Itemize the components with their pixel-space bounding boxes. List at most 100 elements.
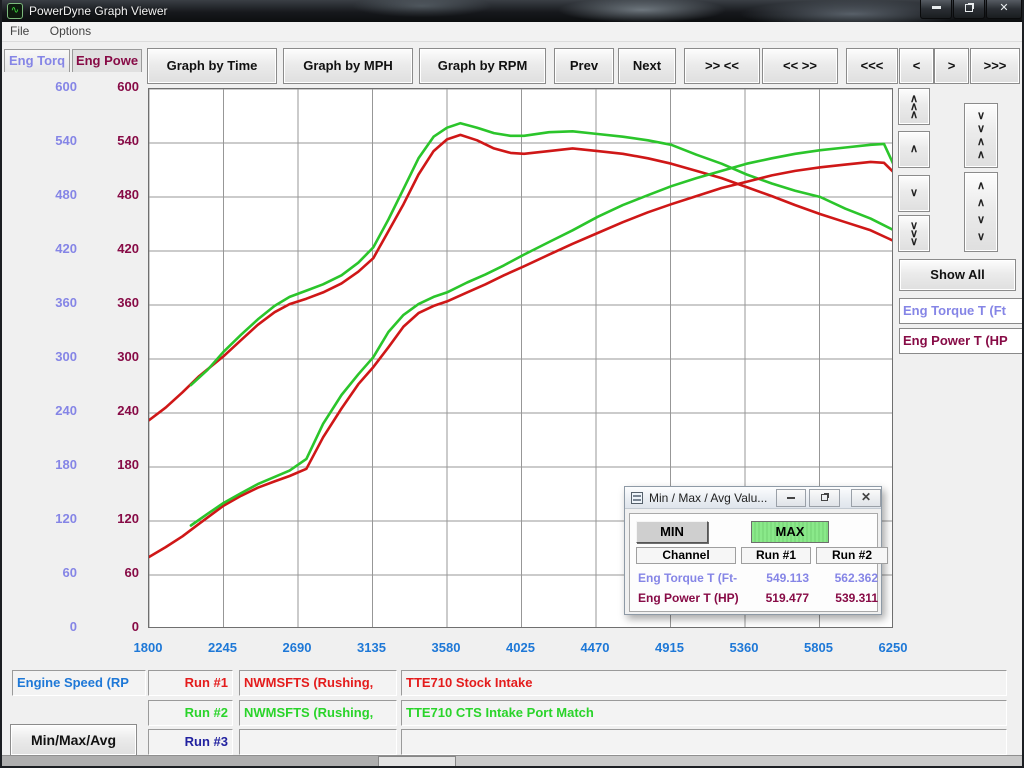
column-header-run1: Run #1	[741, 547, 811, 564]
app-window: ∿ PowerDyne Graph Viewer ✕ File Options …	[0, 0, 1024, 768]
y-tick-torque: 480	[17, 187, 77, 202]
restore-icon	[821, 494, 828, 501]
scroll-up-button[interactable]: ∧	[898, 131, 930, 168]
y-tick-torque: 60	[17, 565, 77, 580]
column-header-channel: Channel	[636, 547, 736, 564]
curve-run-1-eng-torque-t-ft-lbs-tte710-stock-intake	[149, 135, 892, 420]
compress-vertical-button[interactable]: ∨ ∨ ∧ ∧	[964, 103, 998, 168]
horizontal-scrollbar-thumb[interactable]	[378, 756, 456, 767]
dialog-row-channel: Eng Torque T (Ft-	[638, 571, 740, 585]
legend-eng-power[interactable]: Eng Power T (HP	[899, 328, 1024, 354]
y-tick-power: 360	[79, 295, 139, 310]
y-tick-torque: 420	[17, 241, 77, 256]
graph-by-mph-button[interactable]: Graph by MPH	[283, 48, 413, 84]
y-tick-power: 300	[79, 349, 139, 364]
graph-by-time-button[interactable]: Graph by Time	[147, 48, 277, 84]
pan-far-right-button[interactable]: >>>	[970, 48, 1020, 84]
run-1-source-field[interactable]: NWMSFTS (Rushing,	[239, 670, 397, 696]
x-tick: 4915	[635, 640, 705, 655]
close-button[interactable]: ✕	[986, 0, 1022, 19]
x-tick: 5360	[709, 640, 779, 655]
dialog-row-run2-value: 562.362	[816, 571, 878, 585]
scroll-down-button[interactable]: ∨	[898, 175, 930, 212]
x-tick: 6250	[858, 640, 928, 655]
dialog-minimize-button[interactable]	[776, 489, 806, 507]
dialog-title: Min / Max / Avg Valu...	[649, 491, 767, 505]
dialog-row-run1-value: 549.113	[741, 571, 809, 585]
menu-options[interactable]: Options	[42, 22, 99, 40]
run-2-source-field[interactable]: NWMSFTS (Rushing,	[239, 700, 397, 726]
min-toggle-button[interactable]: MIN	[636, 521, 708, 543]
run-3-source-field[interactable]	[239, 729, 397, 755]
min-max-avg-dialog: Min / Max / Avg Valu... ✕ MIN MAX Channe…	[624, 486, 882, 615]
x-axis-channel-field[interactable]: Engine Speed (RP	[12, 670, 146, 696]
pan-far-left-button[interactable]: <<<	[846, 48, 898, 84]
y-tick-power: 60	[79, 565, 139, 580]
tab-eng-power[interactable]: Eng Powe	[72, 49, 142, 72]
dialog-title-bar[interactable]: Min / Max / Avg Valu... ✕	[625, 487, 881, 509]
zoom-in-x-button[interactable]: >> <<	[684, 48, 760, 84]
minimize-button[interactable]	[920, 0, 952, 19]
y-tick-power: 0	[79, 619, 139, 634]
dialog-maximize-button[interactable]	[809, 489, 840, 507]
pan-left-button[interactable]: <	[899, 48, 934, 84]
run-3-description-field[interactable]	[401, 729, 1007, 755]
title-bar[interactable]: ∿ PowerDyne Graph Viewer ✕	[2, 0, 1022, 22]
horizontal-scrollbar-track[interactable]	[456, 756, 1024, 768]
expand-vertical-button[interactable]: ∧ ∧ ∨ ∨	[964, 172, 998, 252]
menu-bar: File Options	[2, 22, 1022, 42]
scroll-up-fast-button[interactable]: ∧ ∧ ∧	[898, 88, 930, 125]
y-tick-torque: 120	[17, 511, 77, 526]
x-tick: 3580	[411, 640, 481, 655]
x-tick: 4470	[560, 640, 630, 655]
dialog-close-button[interactable]: ✕	[851, 489, 881, 507]
graph-by-rpm-button[interactable]: Graph by RPM	[419, 48, 546, 84]
scroll-down-fast-button[interactable]: ∨ ∨ ∨	[898, 215, 930, 252]
x-tick: 1800	[113, 640, 183, 655]
y-tick-power: 540	[79, 133, 139, 148]
x-tick: 2690	[262, 640, 332, 655]
minimize-icon	[932, 6, 941, 9]
y-tick-torque: 240	[17, 403, 77, 418]
show-all-button[interactable]: Show All	[899, 259, 1016, 291]
legend-eng-torque[interactable]: Eng Torque T (Ft	[899, 298, 1024, 324]
max-toggle-button[interactable]: MAX	[751, 521, 829, 543]
dialog-icon	[631, 492, 643, 504]
x-tick: 3135	[337, 640, 407, 655]
y-tick-power: 120	[79, 511, 139, 526]
menu-file[interactable]: File	[2, 22, 37, 40]
run-1-description-field[interactable]: TTE710 Stock Intake	[401, 670, 1007, 696]
dialog-row-run2-value: 539.311	[816, 591, 878, 605]
x-tick: 5805	[784, 640, 854, 655]
y-tick-torque: 360	[17, 295, 77, 310]
restore-icon	[965, 4, 973, 12]
y-tick-torque: 540	[17, 133, 77, 148]
tab-eng-torque[interactable]: Eng Torq	[4, 49, 70, 72]
y-tick-power: 480	[79, 187, 139, 202]
next-button[interactable]: Next	[618, 48, 676, 84]
y-tick-torque: 600	[17, 79, 77, 94]
close-icon: ✕	[999, 2, 1008, 14]
maximize-button[interactable]	[953, 0, 985, 19]
curve-run-2-eng-torque-t-ft-lbs-tte710-cts-intake-port-match	[191, 123, 892, 385]
run-label-2: Run #2	[148, 700, 233, 726]
zoom-out-x-button[interactable]: << >>	[762, 48, 838, 84]
dialog-row-channel: Eng Power T (HP)	[638, 591, 740, 605]
pan-right-button[interactable]: >	[934, 48, 969, 84]
y-tick-power: 180	[79, 457, 139, 472]
minimize-icon	[787, 497, 795, 499]
y-tick-torque: 180	[17, 457, 77, 472]
run-2-description-field[interactable]: TTE710 CTS Intake Port Match	[401, 700, 1007, 726]
column-header-run2: Run #2	[816, 547, 888, 564]
y-tick-power: 240	[79, 403, 139, 418]
prev-button[interactable]: Prev	[554, 48, 614, 84]
y-tick-torque: 300	[17, 349, 77, 364]
min-max-avg-button[interactable]: Min/Max/Avg	[10, 724, 137, 756]
run-label-3: Run #3	[148, 729, 233, 755]
dialog-row-run1-value: 519.477	[741, 591, 809, 605]
y-tick-power: 420	[79, 241, 139, 256]
app-icon: ∿	[7, 3, 23, 19]
dialog-body: MIN MAX Channel Run #1 Run #2 Eng Torque…	[629, 513, 878, 612]
close-icon: ✕	[861, 490, 871, 504]
y-tick-torque: 0	[17, 619, 77, 634]
